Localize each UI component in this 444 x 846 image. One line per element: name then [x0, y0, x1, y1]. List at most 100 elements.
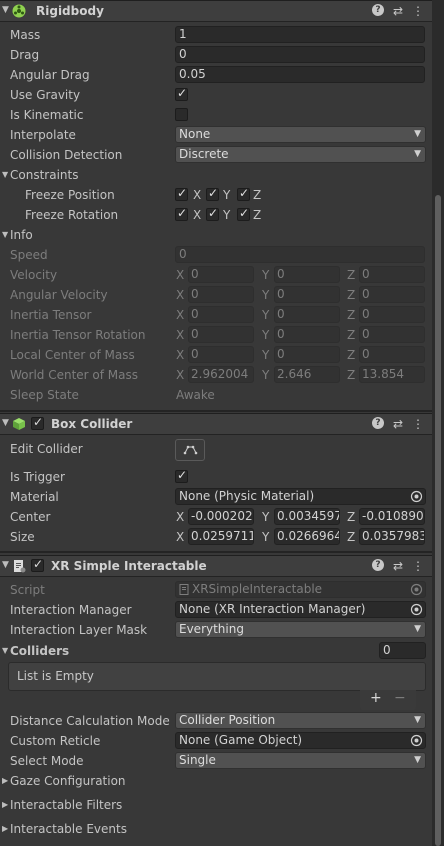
colliders-foldout[interactable]: ▼ Colliders 0 — [0, 641, 432, 661]
is-trigger-label: Is Trigger — [10, 470, 65, 484]
size-z-field[interactable]: 0.0357983 — [359, 528, 425, 545]
freeze-rotation-x-checkbox[interactable] — [175, 206, 188, 221]
distance-calculation-dropdown[interactable]: Collider Position ▼ — [175, 712, 426, 729]
drag-field[interactable]: 0 — [175, 46, 425, 63]
world-center-z-field: 13.854 — [359, 366, 425, 383]
menu-icon[interactable]: ⋮ — [412, 559, 424, 573]
dropdown-arrow-icon: ▼ — [414, 715, 421, 725]
drag-row: Drag 0 — [0, 45, 432, 65]
select-mode-dropdown[interactable]: Single ▼ — [175, 752, 426, 769]
interactable-filters-label: Interactable Filters — [10, 798, 123, 812]
constraints-foldout[interactable]: ▼ Constraints — [0, 165, 432, 185]
center-z-field[interactable]: -0.010890 — [359, 508, 425, 525]
fold-arrow-icon: ▼ — [2, 230, 9, 239]
gaze-configuration-foldout[interactable]: ▶ Gaze Configuration — [0, 771, 432, 791]
is-trigger-checkbox[interactable] — [175, 468, 188, 483]
menu-icon[interactable]: ⋮ — [412, 417, 424, 431]
help-icon[interactable]: ? — [371, 4, 384, 16]
interpolate-label: Interpolate — [10, 128, 76, 142]
y-axis-label: Y — [262, 288, 270, 302]
scrollbar-thumb[interactable] — [435, 195, 441, 846]
x-axis-label: X — [176, 308, 185, 322]
interaction-manager-row: Interaction Manager None (XR Interaction… — [0, 600, 432, 620]
interpolate-dropdown[interactable]: None ▼ — [175, 126, 426, 143]
box-collider-header[interactable]: ▼ Box Collider ? ⇄ ⋮ — [0, 413, 432, 435]
fold-arrow-icon[interactable]: ▼ — [2, 560, 9, 570]
inertia-tensor-y-field: 0 — [274, 306, 340, 323]
z-axis-label: Z — [347, 368, 356, 382]
angular-drag-field[interactable]: 0.05 — [175, 66, 425, 83]
z-axis-label: Z — [347, 288, 356, 302]
freeze-rotation-y-checkbox[interactable] — [206, 206, 219, 221]
size-x-field[interactable]: 0.0259711 — [188, 528, 254, 545]
dropdown-arrow-icon: ▼ — [414, 149, 421, 159]
gaze-configuration-label: Gaze Configuration — [10, 774, 126, 788]
select-mode-row: Select Mode Single ▼ — [0, 751, 432, 771]
colliders-count-field[interactable]: 0 — [379, 642, 426, 659]
object-picker-icon[interactable] — [410, 734, 423, 747]
rigidbody-header[interactable]: ▼ Rigidbody ? ⇄ ⋮ — [0, 0, 432, 22]
presets-icon[interactable]: ⇄ — [393, 4, 403, 18]
object-picker-icon[interactable] — [410, 490, 423, 503]
custom-reticle-row: Custom Reticle None (Game Object) — [0, 731, 432, 751]
angular-drag-label: Angular Drag — [10, 68, 90, 82]
edit-collider-row: Edit Collider — [0, 439, 432, 463]
interaction-layer-mask-row: Interaction Layer Mask Everything ▼ — [0, 620, 432, 640]
help-icon[interactable]: ? — [371, 417, 384, 429]
local-center-label: Local Center of Mass — [10, 348, 135, 362]
fold-arrow-icon[interactable]: ▼ — [2, 418, 9, 428]
center-x-field[interactable]: -0.000202 — [188, 508, 254, 525]
interaction-layer-mask-dropdown[interactable]: Everything ▼ — [175, 621, 426, 638]
enable-checkbox[interactable] — [31, 415, 44, 430]
remove-element-button[interactable]: − — [394, 690, 406, 706]
use-gravity-checkbox[interactable] — [175, 86, 188, 101]
xr-interactable-header[interactable]: ▼ XR Simple Interactable ? ⇄ ⋮ — [0, 555, 432, 577]
freeze-position-z-checkbox[interactable] — [237, 186, 250, 201]
velocity-label: Velocity — [10, 268, 58, 282]
vertical-scrollbar[interactable] — [432, 0, 444, 846]
world-center-label: World Center of Mass — [10, 368, 138, 382]
x-axis-label: X — [176, 288, 185, 302]
z-axis-label: Z — [347, 530, 356, 544]
divider — [0, 551, 432, 553]
y-axis-label: Y — [262, 530, 270, 544]
presets-icon[interactable]: ⇄ — [393, 417, 403, 431]
material-field[interactable]: None (Physic Material) — [175, 488, 426, 505]
add-element-button[interactable]: + — [370, 690, 382, 706]
script-row: Script XRSimpleInteractable — [0, 580, 432, 600]
menu-icon[interactable]: ⋮ — [412, 4, 424, 18]
velocity-y-field: 0 — [274, 266, 340, 283]
freeze-rotation-z-checkbox[interactable] — [237, 206, 250, 221]
freeze-position-y-checkbox[interactable] — [206, 186, 219, 201]
help-icon[interactable]: ? — [371, 559, 384, 571]
sleep-state-label: Sleep State — [10, 388, 79, 402]
angular-velocity-row: Angular Velocity X 0 Y 0 Z 0 — [0, 285, 432, 305]
freeze-position-x-checkbox[interactable] — [175, 186, 188, 201]
interactable-events-foldout[interactable]: ▶ Interactable Events — [0, 819, 432, 839]
interaction-manager-label: Interaction Manager — [10, 603, 132, 617]
presets-icon[interactable]: ⇄ — [393, 559, 403, 573]
center-y-field[interactable]: 0.0034597 — [274, 508, 340, 525]
y-axis-label: Y — [262, 308, 270, 322]
interaction-manager-field[interactable]: None (XR Interaction Manager) — [175, 601, 426, 618]
dropdown-arrow-icon: ▼ — [414, 755, 421, 765]
enable-checkbox[interactable] — [31, 557, 44, 572]
info-foldout[interactable]: ▼ Info — [0, 225, 432, 245]
custom-reticle-field[interactable]: None (Game Object) — [175, 732, 426, 749]
component-title: XR Simple Interactable — [51, 559, 207, 573]
edit-collider-button[interactable] — [175, 439, 205, 461]
local-center-x-field: 0 — [188, 346, 254, 363]
mass-field[interactable]: 1 — [175, 26, 425, 43]
object-picker-icon[interactable] — [410, 603, 423, 616]
is-kinematic-checkbox[interactable] — [175, 108, 188, 121]
axis-z-label: Z — [253, 188, 262, 202]
angular-velocity-x-field: 0 — [188, 286, 254, 303]
fold-arrow-icon[interactable]: ▼ — [2, 5, 9, 15]
interactable-events-label: Interactable Events — [10, 822, 127, 836]
local-center-z-field: 0 — [359, 346, 425, 363]
world-center-y-field: 2.646 — [274, 366, 340, 383]
size-y-field[interactable]: 0.0266964 — [274, 528, 340, 545]
collision-detection-dropdown[interactable]: Discrete ▼ — [175, 146, 426, 163]
collision-detection-label: Collision Detection — [10, 148, 123, 162]
interactable-filters-foldout[interactable]: ▶ Interactable Filters — [0, 795, 432, 815]
